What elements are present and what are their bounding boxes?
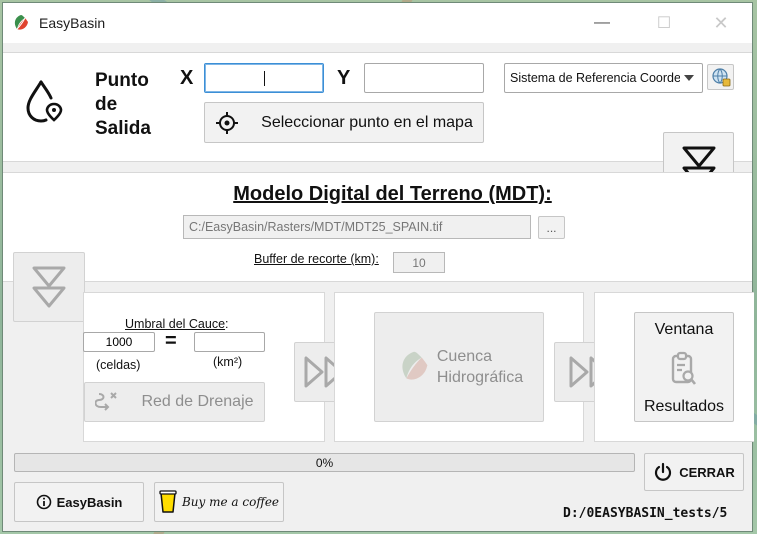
progress-bar: 0% — [14, 453, 635, 472]
close-icon: ✕ — [713, 12, 729, 33]
threshold-cells-input[interactable]: 1000 — [83, 332, 155, 352]
drainage-network-label: Red de Drenaje — [141, 393, 254, 410]
km2-unit-label: (km²) — [213, 355, 243, 369]
threshold-cells-value: 1000 — [105, 335, 133, 349]
maximize-icon: ☐ — [656, 15, 672, 32]
coffee-label: Buy me a coffee — [181, 495, 280, 509]
buffer-label: Buffer de recorte (km): — [254, 252, 379, 266]
easybasin-logo-icon — [14, 15, 28, 30]
minimize-icon: — — [594, 14, 610, 31]
buffer-input[interactable]: 10 — [393, 252, 445, 273]
working-directory-status: D:/0EASYBASIN_tests/5 — [563, 506, 728, 521]
drainage-icon — [95, 392, 118, 411]
threshold-km2-input[interactable] — [194, 332, 265, 352]
select-point-on-map-button[interactable]: Seleccionar punto en el mapa — [204, 102, 484, 143]
results-label-line2: Resultados — [643, 398, 725, 415]
window-title: EasyBasin — [39, 15, 106, 31]
easybasin-window: EasyBasin — ☐ ✕ Punto de Salida X Y Sist… — [2, 2, 754, 532]
crs-settings-button[interactable] — [707, 64, 734, 90]
text-caret — [264, 71, 265, 86]
buy-me-a-coffee-button[interactable]: Buy me a coffee — [154, 482, 284, 522]
mdt-path-value: C:/EasyBasin/Rasters/MDT/MDT25_SPAIN.tif — [189, 220, 443, 234]
close-app-button[interactable]: CERRAR — [644, 453, 744, 491]
progress-label: 0% — [315, 455, 334, 470]
power-icon — [655, 462, 672, 481]
outlet-label-line1: Punto — [95, 70, 149, 91]
browse-mdt-button[interactable]: ... — [538, 216, 565, 239]
minimize-button[interactable]: — — [588, 11, 616, 35]
about-easybasin-button[interactable]: EasyBasin — [14, 482, 144, 522]
y-label: Y — [337, 67, 351, 89]
drainage-network-button[interactable]: Red de Drenaje — [84, 382, 265, 422]
cells-unit-label: (celdas) — [96, 358, 141, 372]
watershed-button[interactable]: Cuenca Hidrográfica — [374, 312, 544, 422]
crosshair-icon — [216, 111, 239, 134]
equals-sign: = — [165, 330, 177, 352]
maximize-button[interactable]: ☐ — [650, 11, 678, 35]
coffee-cup-icon — [159, 490, 177, 513]
buffer-value: 10 — [412, 255, 426, 270]
threshold-label: Umbral del Cauce: — [125, 317, 229, 331]
close-app-label: CERRAR — [679, 464, 735, 480]
about-label: EasyBasin — [56, 494, 123, 510]
watershed-label-line2: Hidrográfica — [436, 369, 524, 386]
title-bar: EasyBasin — ☐ ✕ — [3, 3, 752, 43]
x-label: X — [180, 67, 194, 89]
globe-settings-icon — [711, 68, 730, 87]
info-icon — [36, 494, 51, 510]
threshold-label-text: Umbral del Cauce — [125, 317, 226, 331]
crs-select-value: Sistema de Referencia Coordenadas — [510, 71, 680, 85]
crs-select[interactable]: Sistema de Referencia Coordenadas — [504, 63, 703, 93]
outlet-label-line3: Salida — [95, 118, 151, 139]
y-coordinate-input[interactable] — [364, 63, 484, 93]
browse-label: ... — [546, 220, 557, 235]
results-window-button[interactable]: Ventana Resultados — [634, 312, 734, 422]
easybasin-logo-icon — [402, 351, 428, 380]
chevron-double-down-icon — [32, 266, 66, 308]
drop-location-icon — [26, 80, 63, 123]
clipboard-search-icon — [671, 351, 697, 385]
watershed-label-line1: Cuenca — [436, 348, 493, 365]
select-point-label: Seleccionar punto en el mapa — [261, 113, 473, 131]
close-window-button[interactable]: ✕ — [707, 11, 735, 35]
results-label-line1: Ventana — [654, 321, 714, 338]
chevron-down-icon — [684, 75, 694, 81]
mdt-path-field[interactable]: C:/EasyBasin/Rasters/MDT/MDT25_SPAIN.tif — [183, 215, 531, 239]
threshold-label-colon: : — [225, 317, 229, 331]
expand-drainage-button[interactable] — [13, 252, 85, 322]
outlet-point-label: Punto de Salida — [95, 69, 151, 141]
outlet-label-line2: de — [95, 94, 118, 115]
mdt-title: Modelo Digital del Terreno (MDT): — [233, 183, 552, 205]
x-coordinate-input[interactable] — [204, 63, 324, 93]
